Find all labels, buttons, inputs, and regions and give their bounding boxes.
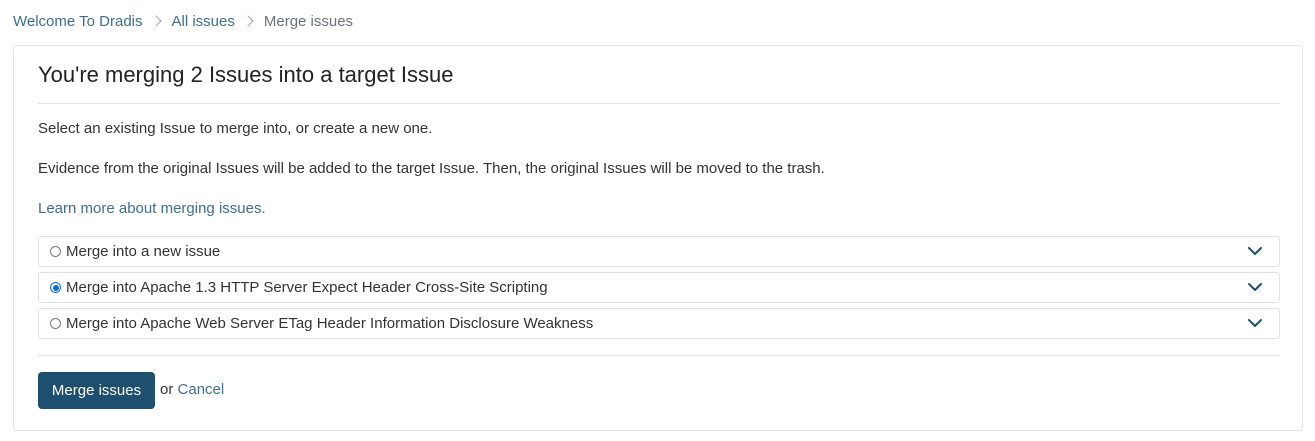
instruction-text: Select an existing Issue to merge into, … <box>38 120 433 137</box>
breadcrumb: Welcome To Dradis All issues Merge issue… <box>13 11 353 31</box>
merge-option-label: Merge into a new issue <box>66 243 221 260</box>
chevron-down-icon[interactable] <box>1247 246 1263 256</box>
merge-issues-button[interactable]: Merge issues <box>38 372 155 409</box>
learn-more-link[interactable]: Learn more about merging issues. <box>38 200 266 217</box>
chevron-down-icon[interactable] <box>1247 282 1263 292</box>
chevron-right-icon <box>242 15 254 27</box>
breadcrumb-item-all-issues[interactable]: All issues <box>172 13 235 30</box>
breadcrumb-item-welcome[interactable]: Welcome To Dradis <box>13 13 143 30</box>
chevron-down-icon[interactable] <box>1247 318 1263 328</box>
chevron-right-icon <box>149 15 162 27</box>
merge-option-label: Merge into Apache 1.3 HTTP Server Expect… <box>66 279 548 296</box>
or-text: or <box>160 381 174 398</box>
title-divider <box>38 103 1280 104</box>
merge-option-apache-expect-xss[interactable]: Merge into Apache 1.3 HTTP Server Expect… <box>38 272 1280 303</box>
merge-issues-card: You're merging 2 Issues into a target Is… <box>13 45 1303 431</box>
merge-option-new-issue[interactable]: Merge into a new issue <box>38 236 1280 267</box>
merge-option-radio[interactable] <box>50 282 61 293</box>
breadcrumb-current: Merge issues <box>263 12 354 30</box>
learn-more-paragraph: Learn more about merging issues. <box>38 200 266 217</box>
cancel-link[interactable]: Cancel <box>178 381 225 398</box>
cancel-group: or Cancel <box>160 381 224 398</box>
merge-option-radio[interactable] <box>50 318 61 329</box>
merge-option-radio[interactable] <box>50 246 61 257</box>
evidence-note-text: Evidence from the original Issues will b… <box>38 160 825 177</box>
merge-option-label: Merge into Apache Web Server ETag Header… <box>66 315 594 332</box>
page-title: You're merging 2 Issues into a target Is… <box>38 62 454 87</box>
merge-option-apache-etag[interactable]: Merge into Apache Web Server ETag Header… <box>38 308 1280 339</box>
actions-divider <box>38 355 1280 356</box>
